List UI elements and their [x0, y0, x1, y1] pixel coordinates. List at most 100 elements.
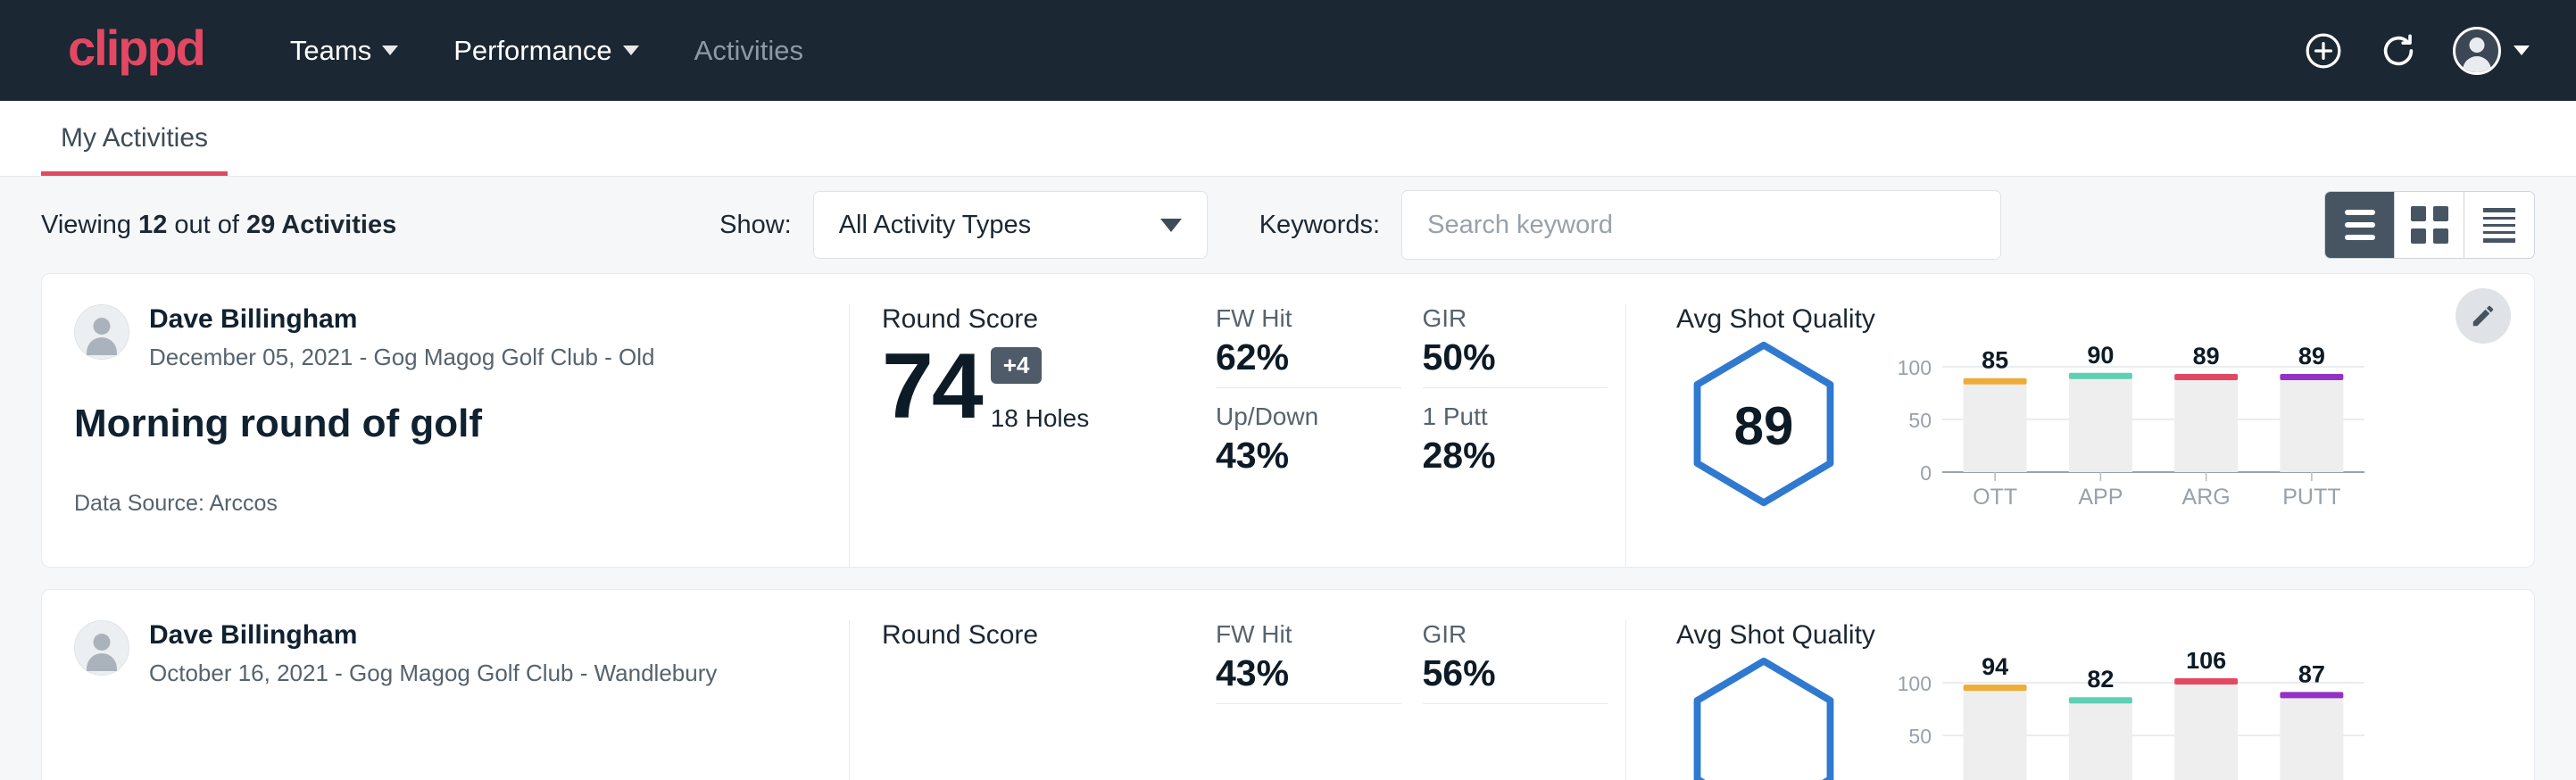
- nav-item-teams[interactable]: Teams: [269, 21, 420, 81]
- stat-up-down-label: Up/Down: [1216, 402, 1376, 431]
- avg-shot-quality-hexagon: 89: [1676, 336, 1851, 516]
- round-stats-grid: FW Hit 43% GIR 56%: [1216, 620, 1626, 780]
- stat-fw-hit: FW Hit 62%: [1216, 304, 1401, 388]
- stat-fw-hit-value: 43%: [1216, 652, 1376, 694]
- svg-text:50: 50: [1908, 725, 1932, 748]
- svg-text:106: 106: [2186, 652, 2226, 674]
- top-navigation-bar: clippd Teams Performance Activities: [0, 0, 2576, 101]
- avg-shot-quality-block: Avg Shot Quality 89 05010085OTT90APP89AR…: [1626, 304, 2534, 567]
- shot-quality-bar-chart: 05010094OTT82APP106ARG87PUTT: [1887, 652, 2373, 780]
- grid-view-icon: [2411, 206, 2448, 244]
- svg-text:APP: APP: [2078, 485, 2123, 510]
- round-score-value: 74: [882, 340, 982, 433]
- svg-text:94: 94: [1982, 653, 2008, 680]
- account-avatar-icon: [2453, 27, 2501, 75]
- refresh-button[interactable]: [2378, 30, 2419, 71]
- bar-chart-svg: 05010085OTT90APP89ARG89PUTT: [1887, 336, 2373, 511]
- round-score-label: Round Score: [882, 304, 1198, 335]
- activity-card[interactable]: Dave Billingham October 16, 2021 - Gog M…: [41, 589, 2535, 780]
- svg-text:87: 87: [2298, 660, 2325, 687]
- stat-fw-hit-label: FW Hit: [1216, 620, 1376, 649]
- data-source-label: Data Source: Arccos: [74, 491, 813, 517]
- svg-text:OTT: OTT: [1973, 485, 2017, 510]
- round-score-label: Round Score: [882, 620, 1198, 651]
- stat-gir-label: GIR: [1423, 304, 1583, 333]
- stat-fw-hit: FW Hit 43%: [1216, 620, 1401, 704]
- nav-item-performance[interactable]: Performance: [432, 21, 660, 81]
- svg-text:ARG: ARG: [2182, 485, 2231, 510]
- avatar: [74, 304, 129, 360]
- stat-fw-hit-value: 62%: [1216, 336, 1376, 378]
- nav-item-performance-label: Performance: [453, 35, 611, 67]
- search-input[interactable]: [1401, 190, 2001, 260]
- avg-shot-quality-value: [1676, 652, 1851, 780]
- svg-text:PUTT: PUTT: [2282, 485, 2340, 510]
- stat-gir: GIR 56%: [1423, 620, 1608, 704]
- stat-gir-value: 56%: [1423, 652, 1583, 694]
- nav-actions: [2303, 27, 2530, 75]
- avg-shot-quality-value: 89: [1676, 336, 1851, 516]
- viewing-middle: out of: [167, 211, 246, 239]
- keywords-group: Keywords:: [1259, 190, 2001, 260]
- shot-quality-bar-chart: 05010085OTT90APP89ARG89PUTT: [1887, 336, 2373, 511]
- activity-summary: Dave Billingham December 05, 2021 - Gog …: [42, 304, 850, 567]
- svg-text:100: 100: [1898, 356, 1932, 379]
- stat-one-putt: 1 Putt 28%: [1423, 402, 1608, 477]
- compact-view-button[interactable]: [2464, 192, 2534, 258]
- round-stats-grid: FW Hit 62% GIR 50% Up/Down 43% 1 Putt 28…: [1216, 304, 1626, 567]
- clippd-logo[interactable]: clippd: [68, 23, 204, 79]
- viewing-prefix: Viewing: [41, 211, 138, 239]
- viewing-count: 12: [138, 211, 167, 239]
- show-filter-group: Show: All Activity Types: [719, 191, 1208, 259]
- avg-shot-quality-block: Avg Shot Quality 05010094OTT82APP106ARG8…: [1626, 620, 2534, 780]
- activity-card[interactable]: Dave Billingham December 05, 2021 - Gog …: [41, 273, 2535, 568]
- stat-one-putt-label: 1 Putt: [1423, 402, 1583, 431]
- viewing-count-text: Viewing 12 out of 29 Activities: [41, 211, 396, 240]
- view-mode-toggle: [2324, 191, 2535, 259]
- svg-text:100: 100: [1898, 672, 1932, 695]
- chevron-down-icon: [382, 46, 398, 55]
- stat-fw-hit-label: FW Hit: [1216, 304, 1376, 333]
- filter-toolbar: Viewing 12 out of 29 Activities Show: Al…: [0, 177, 2576, 273]
- player-name: Dave Billingham: [149, 620, 717, 651]
- nav-item-activities[interactable]: Activities: [673, 21, 825, 81]
- chevron-down-icon: [2514, 46, 2530, 55]
- activity-type-select[interactable]: All Activity Types: [813, 191, 1208, 259]
- plus-circle-icon: [2303, 30, 2344, 71]
- tab-my-activities[interactable]: My Activities: [41, 123, 228, 176]
- refresh-icon: [2378, 30, 2419, 71]
- edit-icon: [2470, 303, 2497, 329]
- stat-gir-value: 50%: [1423, 336, 1583, 378]
- round-score-block: Round Score 74 +4 18 Holes: [850, 304, 1216, 567]
- show-label: Show:: [719, 211, 792, 240]
- activity-author: Dave Billingham December 05, 2021 - Gog …: [74, 304, 813, 371]
- svg-text:89: 89: [2193, 343, 2220, 369]
- add-button[interactable]: [2303, 30, 2344, 71]
- edit-activity-button[interactable]: [2456, 288, 2511, 344]
- svg-text:50: 50: [1908, 409, 1932, 432]
- stat-gir-label: GIR: [1423, 620, 1583, 649]
- account-menu-button[interactable]: [2453, 27, 2530, 75]
- stat-one-putt-value: 28%: [1423, 435, 1583, 477]
- round-score-block: Round Score: [850, 620, 1216, 780]
- viewing-total: 29 Activities: [246, 211, 396, 239]
- grid-view-button[interactable]: [2395, 192, 2464, 258]
- tab-bar: My Activities: [0, 101, 2576, 177]
- activity-list: Dave Billingham December 05, 2021 - Gog …: [0, 273, 2576, 780]
- activity-meta: December 05, 2021 - Gog Magog Golf Club …: [149, 344, 655, 371]
- player-name: Dave Billingham: [149, 304, 655, 336]
- chevron-down-icon: [1160, 219, 1182, 232]
- activity-title: Morning round of golf: [74, 402, 813, 447]
- svg-text:82: 82: [2087, 666, 2114, 693]
- list-view-icon: [2345, 210, 2375, 240]
- activity-author: Dave Billingham October 16, 2021 - Gog M…: [74, 620, 813, 687]
- list-view-button[interactable]: [2325, 192, 2395, 258]
- activity-summary: Dave Billingham October 16, 2021 - Gog M…: [42, 620, 850, 780]
- bar-chart-svg: 05010094OTT82APP106ARG87PUTT: [1887, 652, 2373, 780]
- avg-shot-quality-label: Avg Shot Quality: [1676, 620, 2534, 651]
- stat-up-down-value: 43%: [1216, 435, 1376, 477]
- activity-meta: October 16, 2021 - Gog Magog Golf Club -…: [149, 660, 717, 687]
- score-to-par-badge: +4: [991, 347, 1043, 384]
- holes-label: 18 Holes: [991, 404, 1090, 433]
- keywords-label: Keywords:: [1259, 211, 1380, 240]
